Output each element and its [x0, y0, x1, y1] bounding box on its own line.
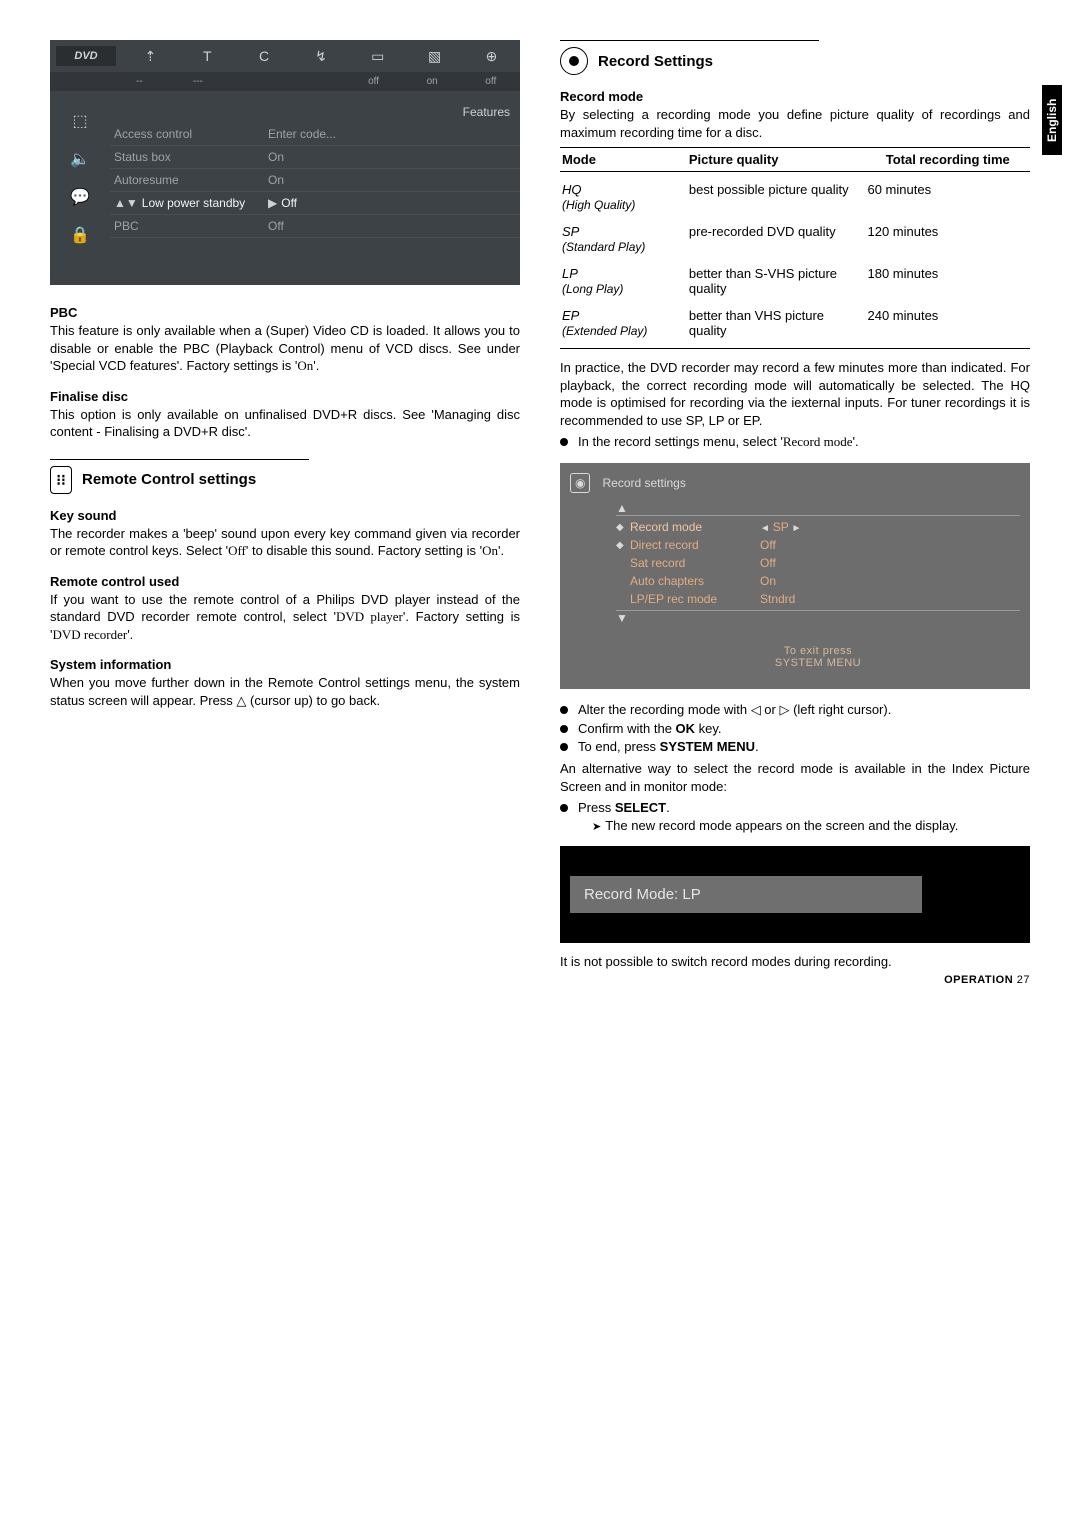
record-settings-title: Record Settings	[560, 47, 1030, 75]
bullet: In the record settings menu, select 'Rec…	[560, 433, 1030, 451]
keysound-text: The recorder makes a 'beep' sound upon e…	[50, 525, 520, 560]
osd-val: off	[461, 76, 520, 87]
sub-bullet: The new record mode appears on the scree…	[578, 817, 1030, 835]
rs-row: LP/EP rec mode Stndrd	[616, 590, 1020, 608]
rs-row: Sat record Off	[616, 554, 1020, 572]
osd-val: off	[344, 76, 403, 87]
bullet: Confirm with the OK key.	[560, 720, 1030, 738]
alt-text: An alternative way to select the record …	[560, 760, 1030, 795]
up-arrow-icon: ▲	[616, 501, 1020, 515]
language-tab: English	[1042, 85, 1062, 155]
osd-menu-row: PBCOff	[110, 215, 520, 238]
bullet: To end, press SYSTEM MENU.	[560, 738, 1030, 756]
table-row: SP(Standard Play) pre-recorded DVD quali…	[560, 214, 1030, 256]
table-row: EP(Extended Play) better than VHS pictur…	[560, 298, 1030, 349]
rcu-text: If you want to use the remote control of…	[50, 591, 520, 644]
section-rule	[560, 40, 819, 41]
finalise-heading: Finalise disc	[50, 389, 520, 404]
practice-text: In practice, the DVD recorder may record…	[560, 359, 1030, 429]
record-mode-display: Record Mode: LP	[560, 846, 1030, 943]
sysinfo-heading: System information	[50, 657, 520, 672]
rcu-heading: Remote control used	[50, 574, 520, 589]
record-icon: ◉	[570, 473, 590, 493]
rs-row: ◆Direct record Off	[616, 536, 1020, 554]
record-mode-heading: Record mode	[560, 89, 1030, 104]
lock-icon: 🔒	[70, 225, 90, 245]
osd-val: --	[110, 76, 169, 87]
table-row: HQ(High Quality) best possible picture q…	[560, 172, 1030, 215]
osd-dvd-badge: DVD	[56, 46, 116, 66]
finalise-text: This option is only available on unfinal…	[50, 406, 520, 441]
osd-icon: ▧	[416, 48, 454, 65]
osd-val: on	[403, 76, 462, 87]
osd-icon: ▭	[359, 48, 397, 65]
rs-osd-title: Record settings	[602, 476, 685, 490]
pbc-heading: PBC	[50, 305, 520, 320]
left-column: DVD ⇡ T C ↯ ▭ ▧ ⊕ -- --- off on	[50, 40, 520, 986]
language-icon: 💬	[70, 187, 90, 207]
sound-icon: 🔈	[70, 149, 90, 169]
pbc-text: This feature is only available when a (S…	[50, 322, 520, 375]
osd-menu-row: Status boxOn	[110, 146, 520, 169]
th-time: Total recording time	[865, 148, 1030, 172]
osd-icon: ⊕	[472, 48, 510, 65]
bullet: Press SELECT. The new record mode appear…	[560, 799, 1030, 836]
osd-icon: ↯	[302, 48, 340, 65]
record-mode-value: Record Mode: LP	[570, 876, 922, 913]
down-arrow-icon: ▼	[616, 611, 1020, 625]
rs-row: ◆Record mode SP	[616, 518, 1020, 536]
osd-screenshot: DVD ⇡ T C ↯ ▭ ▧ ⊕ -- --- off on	[50, 40, 520, 285]
right-column: Record Settings Record mode By selecting…	[560, 40, 1030, 986]
osd-val: ---	[169, 76, 228, 87]
record-mode-text: By selecting a recording mode you define…	[560, 106, 1030, 141]
remote-icon: ⁝⁝	[50, 466, 72, 494]
sysinfo-text: When you move further down in the Remote…	[50, 674, 520, 709]
picture-icon: ⬚	[72, 111, 87, 131]
section-rule	[50, 459, 309, 460]
rs-exit-text: To exit pressSYSTEM MENU	[616, 645, 1020, 669]
page-footer: OPERATION 27	[560, 974, 1030, 986]
not-possible-text: It is not possible to switch record mode…	[560, 953, 1030, 971]
record-settings-osd: ◉ Record settings ▲ ◆Record mode SP ◆Dir…	[560, 463, 1030, 689]
osd-icon: C	[245, 48, 283, 64]
keysound-heading: Key sound	[50, 508, 520, 523]
bullet: Alter the recording mode with ◁ or ▷ (le…	[560, 701, 1030, 719]
rs-row: Auto chapters On	[616, 572, 1020, 590]
osd-icon: ⇡	[131, 48, 169, 65]
osd-features-label: Features	[110, 101, 520, 123]
osd-menu-row: Access controlEnter code...	[110, 123, 520, 146]
record-icon	[560, 47, 588, 75]
record-mode-table: Mode Picture quality Total recording tim…	[560, 147, 1030, 349]
osd-icon: T	[188, 48, 226, 64]
osd-menu-row: AutoresumeOn	[110, 169, 520, 192]
remote-control-title: ⁝⁝ Remote Control settings	[50, 466, 520, 494]
osd-menu-row-highlight: ▲▼Low power standby▶Off	[110, 192, 520, 215]
th-pq: Picture quality	[687, 148, 866, 172]
th-mode: Mode	[560, 148, 687, 172]
table-row: LP(Long Play) better than S-VHS picture …	[560, 256, 1030, 298]
